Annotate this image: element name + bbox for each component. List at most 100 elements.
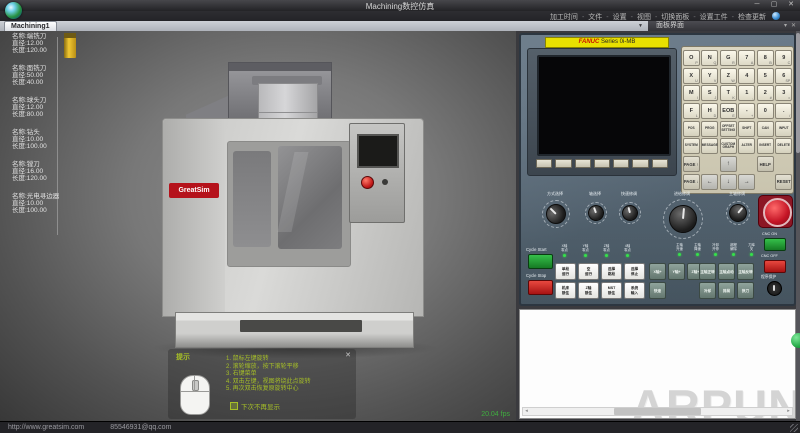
mdi-key[interactable]: O P (682, 50, 700, 66)
mdi-key[interactable]: S J (701, 85, 719, 101)
viewport-3d[interactable]: 名称:端铣刀 直径:12.00 长度:120.00 名称:面铣刀 直径:50.0… (0, 31, 516, 421)
mdi-function-key[interactable]: DELETE (775, 138, 793, 154)
mdi-key[interactable]: 0 (756, 102, 774, 119)
tool-list-item[interactable]: 名称:光电寻边器 直径:10.00 长度:100.00 (12, 193, 72, 214)
cnc-off-button[interactable] (764, 260, 786, 273)
checkbox-icon[interactable] (230, 402, 238, 410)
arrow-up-key[interactable]: ↑ (719, 156, 737, 172)
mdi-key[interactable]: 7 A (738, 50, 756, 66)
page-up-key[interactable]: PAGE ↑ (682, 156, 700, 172)
mdi-key[interactable]: 4 (738, 67, 756, 84)
tool-list-item[interactable]: 名称:镗刀 直径:16.00 长度:120.00 (12, 161, 72, 182)
soft-key[interactable] (593, 159, 611, 168)
machine-function-button[interactable]: 选择 停止 (624, 263, 645, 280)
panel-close-icon[interactable]: ✕ (791, 22, 796, 30)
scrollbar-thumb[interactable] (614, 408, 701, 415)
tab-overflow-icon[interactable]: ▼ (638, 23, 643, 29)
soft-key[interactable] (536, 159, 553, 168)
machine-function-button[interactable]: MST 锁住 (601, 282, 622, 299)
mdi-key[interactable]: Y V (701, 67, 719, 84)
jog-button[interactable]: 快速 (649, 282, 666, 299)
mdi-function-key[interactable]: OFFSET SETTING (719, 120, 737, 137)
mdi-key[interactable]: . / (775, 102, 793, 119)
arrow-left-key[interactable]: ← (701, 173, 719, 190)
panel-window-header[interactable]: 面板界面 ▾ ✕ (648, 21, 800, 31)
emergency-stop-button[interactable] (763, 198, 792, 227)
program-area[interactable]: ARPUN ◂ ▸ (519, 309, 796, 419)
aux-button[interactable]: 冷却 (699, 282, 716, 299)
close-icon[interactable]: ✕ (786, 1, 796, 9)
mdi-key[interactable]: 2 # (756, 85, 774, 101)
tool-list-item[interactable]: 名称:端铣刀 直径:12.00 长度:120.00 (12, 33, 76, 58)
panel-restore-icon[interactable]: ▾ (784, 22, 787, 30)
mdi-key[interactable]: H D (701, 102, 719, 119)
mdi-key[interactable]: 9 C (775, 50, 793, 66)
mdi-key[interactable]: Z W (719, 67, 737, 84)
dont-show-again[interactable]: 下次不再显示 (230, 401, 280, 411)
mdi-key[interactable]: T K (719, 85, 737, 101)
aux-button[interactable]: 换刀 (737, 282, 754, 299)
mdi-function-key[interactable]: INSERT (756, 138, 774, 154)
machine-function-button[interactable]: 空 运行 (578, 263, 599, 280)
mdi-function-key[interactable]: POS (682, 120, 700, 137)
arrow-down-key[interactable]: ↓ (719, 173, 737, 190)
mdi-function-key[interactable]: MESSAGE (701, 138, 719, 154)
mdi-key[interactable]: EOB E (719, 102, 737, 119)
maximize-icon[interactable]: ▢ (769, 1, 779, 9)
mdi-key[interactable]: 8 B (756, 50, 774, 66)
soft-key[interactable] (555, 159, 572, 168)
vertical-scrollbar[interactable] (796, 31, 800, 421)
mdi-key[interactable]: 5 (756, 67, 774, 84)
cnc-on-button[interactable] (764, 238, 786, 251)
minimize-icon[interactable]: ─ (752, 1, 762, 9)
machine-function-button[interactable]: 单段 运行 (555, 263, 576, 280)
tool-list-item[interactable]: 名称:球头刀 直径:12.00 长度:80.00 (12, 97, 72, 118)
mdi-function-key[interactable]: CUSTOM GRAPH (719, 138, 737, 154)
scroll-left-icon[interactable]: ◂ (523, 408, 530, 415)
soft-key[interactable] (651, 159, 668, 168)
mdi-key[interactable]: X U (682, 67, 700, 84)
resize-grip[interactable] (790, 424, 798, 432)
mdi-key[interactable]: - + (738, 102, 756, 119)
aux-button[interactable]: 主轴正转 (699, 263, 716, 280)
mdi-key[interactable]: F L (682, 102, 700, 119)
machine-function-button[interactable]: 选择 跳段 (601, 263, 622, 280)
help-key[interactable]: HELP (756, 156, 774, 172)
mdi-key[interactable]: 3 = (775, 85, 793, 101)
mdi-key[interactable]: 6 SP (775, 67, 793, 84)
tool-list-item[interactable]: 名称:面铣刀 直径:50.00 长度:40.00 (12, 65, 72, 86)
mdi-function-key[interactable]: INPUT (775, 120, 793, 137)
horizontal-scrollbar[interactable]: ◂ ▸ (522, 407, 793, 416)
mdi-key[interactable]: 1 , (738, 85, 756, 101)
jog-button[interactable]: Y轴+ (668, 263, 685, 280)
cycle-start-button[interactable] (528, 254, 553, 269)
mdi-key[interactable]: M I (682, 85, 700, 101)
tool-list-item[interactable]: 名称:钻头 直径:10.00 长度:100.00 (12, 129, 72, 150)
jog-button[interactable]: X轴+ (649, 263, 666, 280)
aux-button[interactable]: 主轴反转 (737, 263, 754, 280)
soft-key[interactable] (632, 159, 649, 168)
machine-function-button[interactable]: 机床 锁住 (555, 282, 576, 299)
page-down-key[interactable]: PAGE ↓ (682, 173, 700, 190)
cycle-stop-button[interactable] (528, 280, 553, 295)
mdi-function-key[interactable]: CAN (756, 120, 774, 137)
arrow-right-key[interactable]: → (738, 173, 756, 190)
mdi-key[interactable]: G R (719, 50, 737, 66)
reset-key[interactable]: RESET (775, 173, 793, 190)
mdi-key[interactable]: N Q (701, 50, 719, 66)
soft-key[interactable] (613, 159, 630, 168)
globe-icon[interactable] (772, 12, 780, 20)
soft-key[interactable] (574, 159, 591, 168)
mdi-function-key[interactable]: ALTER (738, 138, 756, 154)
aux-button[interactable]: 主轴点动 (718, 263, 735, 280)
tab-machining1[interactable]: Machining1 (4, 21, 57, 31)
mdi-function-key[interactable]: SHIFT (738, 120, 756, 137)
program-protect-keyswitch-icon[interactable] (767, 281, 782, 296)
machine-function-button[interactable]: Z轴 锁住 (578, 282, 599, 299)
machine-function-button[interactable]: 系统 输入 (624, 282, 645, 299)
mouse-wheel-icon (192, 380, 199, 391)
mdi-function-key[interactable]: SYSTEM (682, 138, 700, 154)
mdi-function-key[interactable]: PROG (701, 120, 719, 137)
aux-button[interactable]: 排屑 (718, 282, 735, 299)
scroll-right-icon[interactable]: ▸ (785, 408, 792, 415)
